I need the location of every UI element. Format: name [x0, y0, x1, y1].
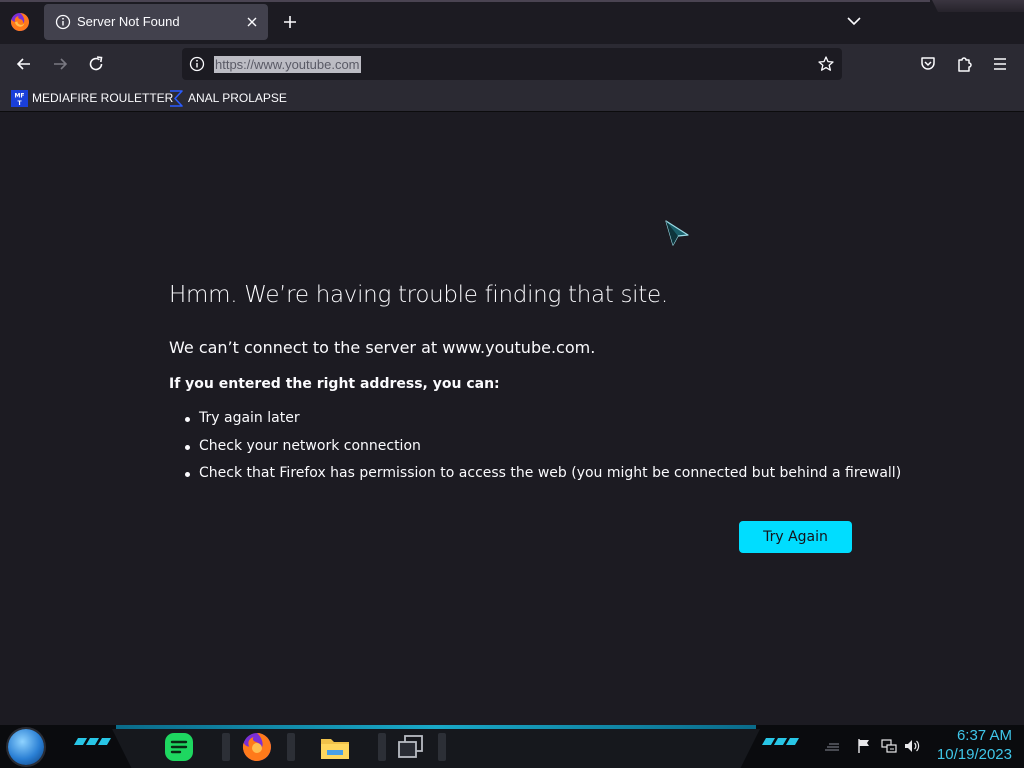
- new-tab-button[interactable]: [280, 12, 300, 32]
- info-icon: [55, 14, 71, 30]
- error-page: Hmm. We’re having trouble finding that s…: [0, 113, 1024, 725]
- bookmark-label: ANAL PROLAPSE: [188, 91, 287, 105]
- site-info-icon[interactable]: [189, 56, 205, 72]
- bookmarks-toolbar: MF T MEDIAFIRE ROULETTER ANAL PROLAPSE: [0, 84, 1024, 112]
- tab-strip: Server Not Found: [0, 0, 1024, 44]
- navigation-toolbar: https://www.youtube.com: [0, 44, 1024, 84]
- extensions-puzzle-icon[interactable]: [954, 54, 974, 74]
- url-input[interactable]: https://www.youtube.com: [214, 56, 361, 73]
- error-description: We can’t connect to the server at www.yo…: [169, 338, 596, 357]
- file-explorer-icon[interactable]: [318, 730, 352, 764]
- svg-text:MF: MF: [14, 92, 24, 99]
- bookmark-mediafire[interactable]: MF T MEDIAFIRE ROULETTER: [11, 89, 173, 107]
- list-item: Check that Firefox has permission to acc…: [185, 465, 901, 493]
- list-all-tabs-chevron-icon[interactable]: [845, 12, 863, 30]
- list-item: Try again later: [185, 410, 901, 438]
- taskbar-decoration: [73, 738, 112, 745]
- theme-decoration: [0, 0, 930, 2]
- volume-speaker-icon[interactable]: [904, 738, 920, 754]
- mft-icon: MF T: [11, 89, 28, 107]
- forward-arrow-icon[interactable]: [50, 54, 70, 74]
- taskbar-divider: [438, 733, 446, 761]
- error-title: Hmm. We’re having trouble finding that s…: [169, 282, 668, 308]
- show-hidden-icons-icon[interactable]: [824, 738, 840, 754]
- bookmark-star-icon[interactable]: [817, 55, 835, 73]
- reload-icon[interactable]: [86, 54, 106, 74]
- bookmark-label: MEDIAFIRE ROULETTER: [32, 91, 174, 105]
- theme-decoration: [932, 0, 1024, 12]
- taskbar-frame: [112, 729, 760, 768]
- taskbar-decoration: [761, 738, 800, 745]
- tab-server-not-found[interactable]: Server Not Found: [44, 4, 268, 40]
- clock-date: 10/19/2023: [936, 746, 1012, 763]
- taskbar: 6:37 AM 10/19/2023: [0, 725, 1024, 768]
- list-item: Check your network connection: [185, 438, 901, 466]
- firefox-taskbar-icon[interactable]: [240, 730, 274, 764]
- start-button[interactable]: [8, 729, 44, 765]
- action-center-flag-icon[interactable]: [856, 738, 872, 754]
- network-icon[interactable]: [881, 738, 897, 754]
- taskbar-divider: [222, 733, 230, 761]
- menu-hamburger-icon[interactable]: [990, 54, 1010, 74]
- suggestions-list: Try again later Check your network conne…: [185, 410, 901, 493]
- try-again-button[interactable]: Try Again: [739, 521, 852, 553]
- pocket-icon[interactable]: [918, 54, 938, 74]
- back-arrow-icon[interactable]: [14, 54, 34, 74]
- clock-time: 6:37 AM: [956, 727, 1012, 744]
- notes-app-icon[interactable]: [162, 730, 196, 764]
- bookmark-second[interactable]: ANAL PROLAPSE: [168, 89, 287, 107]
- taskbar-divider: [287, 733, 295, 761]
- task-view-icon[interactable]: [394, 730, 428, 764]
- suggestions-heading: If you entered the right address, you ca…: [169, 376, 500, 392]
- system-clock[interactable]: 6:37 AM 10/19/2023: [937, 727, 1012, 765]
- tab-title: Server Not Found: [77, 14, 180, 29]
- close-tab-icon[interactable]: [244, 14, 260, 30]
- taskbar-divider: [378, 733, 386, 761]
- mouse-cursor-icon: [664, 219, 690, 249]
- taskbar-accent-strip: [116, 725, 756, 729]
- firefox-logo-icon[interactable]: [10, 12, 30, 32]
- url-bar[interactable]: https://www.youtube.com: [182, 48, 842, 80]
- sigma-icon: [168, 89, 184, 107]
